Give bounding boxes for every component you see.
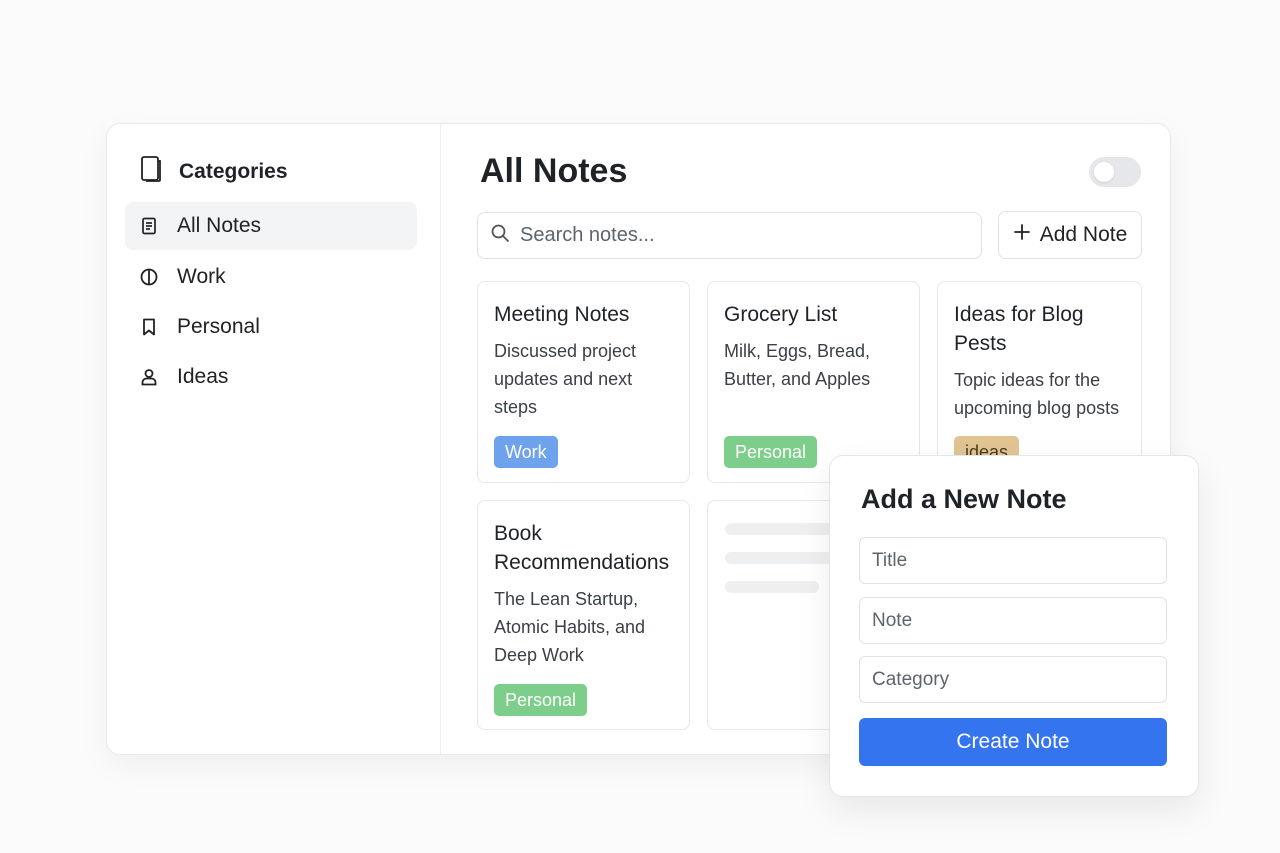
category-tag[interactable]: Personal	[494, 684, 588, 716]
sidebar-item-label: Personal	[177, 315, 260, 338]
add-note-button[interactable]: Add Note	[998, 211, 1142, 259]
half-circle-icon	[139, 267, 159, 287]
note-title: Grocery List	[724, 303, 838, 326]
note-body: Discussed project updates and next steps	[494, 341, 637, 417]
category-tag[interactable]: Personal	[724, 436, 818, 468]
sidebar: Categories All Notes Work Personal Ideas	[107, 124, 441, 754]
skeleton-line	[725, 581, 819, 593]
note-card[interactable]: Grocery List Milk, Eggs, Bread, Butter, …	[707, 281, 920, 483]
note-title: Ideas for Blog Pests	[954, 303, 1084, 355]
bookmark-icon	[139, 317, 159, 337]
plus-icon	[1013, 223, 1031, 247]
add-note-dialog: Add a New Note Create Note	[829, 455, 1199, 797]
note-card[interactable]: Ideas for Blog Pests Topic ideas for the…	[937, 281, 1142, 483]
note-card[interactable]: Book Recommendations The Lean Startup, A…	[477, 500, 690, 730]
note-card[interactable]: Meeting Notes Discussed project updates …	[477, 281, 690, 483]
sidebar-item-ideas[interactable]: Ideas	[125, 353, 417, 401]
sidebar-item-all-notes[interactable]: All Notes	[125, 202, 417, 250]
sidebar-item-label: Work	[177, 265, 226, 288]
category-tag[interactable]: Work	[494, 436, 558, 468]
toggle-knob	[1094, 162, 1114, 182]
create-note-button[interactable]: Create Note	[859, 718, 1167, 766]
search-icon	[490, 223, 510, 248]
sidebar-item-label: Ideas	[177, 365, 229, 388]
note-title: Book Recommendations	[494, 522, 670, 574]
search-box	[477, 212, 982, 259]
page-title: All Notes	[480, 152, 628, 190]
category-field[interactable]	[859, 656, 1167, 703]
sidebar-item-label: All Notes	[177, 214, 262, 237]
title-field[interactable]	[859, 537, 1167, 584]
note-field[interactable]	[859, 597, 1167, 644]
note-body: The Lean Startup, Atomic Habits, and Dee…	[494, 589, 646, 665]
note-body: Milk, Eggs, Bread, Butter, and Apples	[724, 341, 871, 389]
sidebar-title: Categories	[179, 160, 288, 183]
sidebar-header: Categories	[139, 155, 288, 189]
search-input[interactable]	[518, 223, 962, 248]
person-icon	[139, 367, 159, 387]
note-icon	[139, 216, 159, 236]
theme-toggle[interactable]	[1089, 157, 1141, 187]
notebook-icon	[139, 155, 163, 189]
note-title: Meeting Notes	[494, 303, 630, 326]
sidebar-item-personal[interactable]: Personal	[125, 303, 417, 351]
note-body: Topic ideas for the upcoming blog posts	[954, 370, 1120, 418]
dialog-title: Add a New Note	[861, 484, 1067, 514]
add-note-label: Add Note	[1039, 223, 1128, 246]
sidebar-item-work[interactable]: Work	[125, 253, 417, 301]
